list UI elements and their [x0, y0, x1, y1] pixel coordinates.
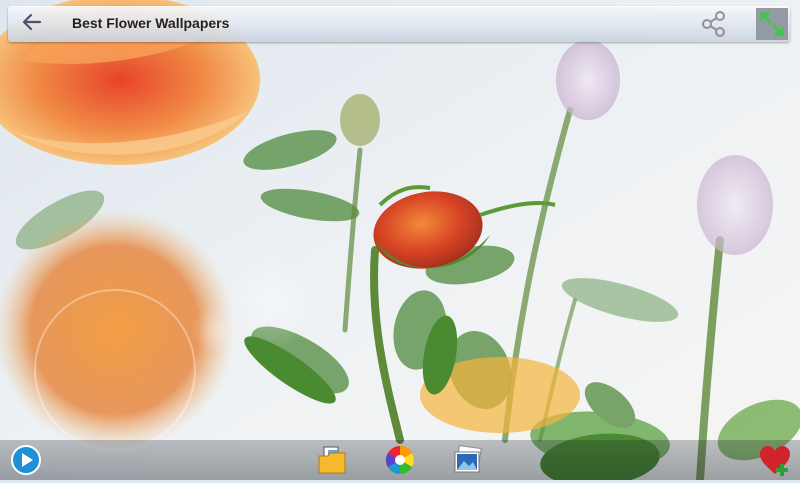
- wallpaper-image: [0, 0, 800, 480]
- page-title: Best Flower Wallpapers: [72, 15, 230, 31]
- expand-button[interactable]: [756, 8, 788, 40]
- gallery-icon: [452, 444, 484, 480]
- color-wheel-icon: [384, 446, 416, 480]
- slideshow-icon: [10, 445, 42, 480]
- add-favorite-button[interactable]: [758, 444, 790, 476]
- share-icon: [700, 11, 728, 42]
- slideshow-button[interactable]: [10, 444, 42, 476]
- folder-button[interactable]: [316, 444, 348, 476]
- bottom-toolbar: [0, 440, 800, 480]
- expand-icon: [756, 12, 788, 44]
- color-button[interactable]: [384, 444, 416, 476]
- back-arrow-icon: [22, 13, 42, 36]
- folder-icon: [316, 446, 348, 480]
- favorite-add-icon: [758, 446, 792, 482]
- gallery-button[interactable]: [452, 444, 484, 476]
- share-button[interactable]: [700, 10, 728, 38]
- top-app-bar: Best Flower Wallpapers: [8, 6, 790, 42]
- back-button[interactable]: [18, 10, 46, 38]
